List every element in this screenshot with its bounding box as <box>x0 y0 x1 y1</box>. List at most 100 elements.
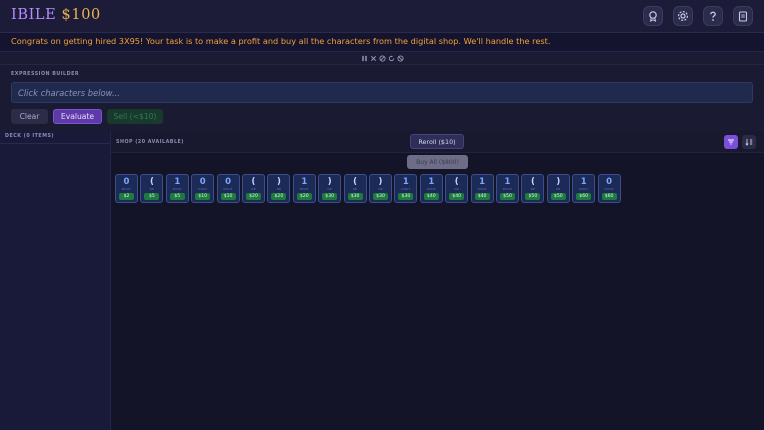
card-price: $20 <box>296 193 312 200</box>
card-type: DIGIT <box>401 187 411 191</box>
tool-refresh[interactable] <box>388 54 395 62</box>
card-type: OP <box>251 187 256 191</box>
card-price: $2 <box>119 193 134 200</box>
deck-panel: DECK (0 ITEMS) <box>0 131 111 430</box>
notes-button[interactable] <box>733 6 753 26</box>
card-character: ) <box>327 177 332 187</box>
shop-header: SHOP (20 AVAILABLE) Reroll ($10) <box>111 131 764 153</box>
card-type: DIGIT <box>223 187 233 191</box>
tool-disabled[interactable] <box>397 54 404 62</box>
card-price: $10 <box>220 193 236 200</box>
app-title: IBILE $100 <box>11 7 101 23</box>
card-type: DIGIT <box>299 187 309 191</box>
shop-card[interactable]: (OP $20 <box>242 174 265 203</box>
expression-builder-label: EXPRESSION BUILDER <box>11 72 80 77</box>
app-title-name: IBILE <box>11 7 57 23</box>
shop-card[interactable]: 0 DIGIT $10 <box>191 174 215 203</box>
shop-card[interactable]: 1 DIGIT $60 <box>572 174 596 203</box>
card-type: OP <box>530 187 536 191</box>
card-character: 1 <box>504 177 511 187</box>
card-price: $60 <box>576 193 592 200</box>
card-character: 1 <box>174 177 181 187</box>
card-type: DIGIT <box>426 187 436 191</box>
card-type: OP <box>378 187 383 191</box>
card-price: $10 <box>195 193 211 200</box>
card-price: $60 <box>601 193 617 200</box>
tool-block[interactable] <box>379 54 386 62</box>
evaluate-button[interactable]: Evaluate <box>53 109 102 124</box>
card-character: 0 <box>199 177 206 187</box>
expression-input[interactable]: Click characters below... <box>11 82 753 103</box>
card-character: 1 <box>580 177 587 187</box>
top-bar: IBILE $100 <box>0 0 764 33</box>
card-price: $50 <box>525 193 541 200</box>
shop-label: SHOP (20 AVAILABLE) <box>116 140 184 145</box>
shop-panel: SHOP (20 AVAILABLE) Reroll ($10) Buy All… <box>111 131 764 430</box>
settings-button[interactable] <box>673 6 693 26</box>
card-character: ) <box>276 177 281 187</box>
block-icon <box>379 54 386 62</box>
buy-all-button[interactable]: Buy All ($800) <box>407 155 468 169</box>
card-price: $30 <box>398 193 414 200</box>
card-character: ( <box>353 177 358 187</box>
card-type: DIGIT <box>477 187 487 191</box>
card-character: ( <box>530 177 535 187</box>
close-icon <box>370 55 377 61</box>
card-character: 0 <box>123 177 130 187</box>
sort-button[interactable] <box>742 135 756 149</box>
shop-card[interactable]: ) OP $30 <box>369 174 392 203</box>
card-character: 0 <box>225 177 232 187</box>
filter-button[interactable] <box>724 135 738 149</box>
pause-icon <box>362 55 367 61</box>
shop-card[interactable]: 1 DIGIT $40 <box>419 174 443 203</box>
card-type: OP <box>327 187 332 191</box>
card-price: $5 <box>169 193 185 200</box>
shop-card[interactable]: (OP $30 <box>343 174 367 203</box>
card-type: OP <box>149 187 155 191</box>
shop-card[interactable]: 1 DIGIT $30 <box>394 174 418 203</box>
card-type: DIGIT <box>121 187 132 191</box>
tool-strip <box>0 51 764 65</box>
card-character: 1 <box>301 177 308 187</box>
deck-header: DECK (0 ITEMS) <box>0 131 110 144</box>
help-button[interactable] <box>703 6 723 26</box>
expression-builder: EXPRESSION BUILDER Click characters belo… <box>0 65 764 131</box>
card-type: OP <box>556 187 561 191</box>
sell-button[interactable]: Sell (<$10) <box>107 109 163 124</box>
card-price: $30 <box>373 193 388 200</box>
tool-pause[interactable] <box>361 54 368 62</box>
reroll-button[interactable]: Reroll ($10) <box>410 134 464 149</box>
card-type: OP <box>352 187 358 191</box>
shop-card[interactable]: 0 DIGIT $60 <box>597 174 621 203</box>
card-character: 1 <box>402 177 409 187</box>
shop-card[interactable]: ) OP $30 <box>318 174 342 203</box>
card-price: $40 <box>423 193 439 200</box>
settings-gear-icon <box>677 10 689 22</box>
shop-card[interactable]: 1 DIGIT $5 <box>165 174 189 203</box>
clear-button[interactable]: Clear <box>11 109 48 124</box>
shop-card[interactable]: 1 DIGIT $50 <box>496 174 519 203</box>
card-type: DIGIT <box>604 187 614 191</box>
filter-icon <box>728 139 734 145</box>
card-type: OP <box>454 187 459 191</box>
card-character: ) <box>378 177 383 187</box>
card-character: 0 <box>606 177 613 187</box>
deck-label: DECK (0 ITEMS) <box>5 134 55 139</box>
shop-card[interactable]: 0 DIGIT $10 <box>216 174 240 203</box>
card-character: ( <box>454 177 459 187</box>
shop-card[interactable]: 1 DIGIT $20 <box>292 174 316 203</box>
shop-card[interactable]: (OP $5 <box>140 174 164 203</box>
card-character: 1 <box>428 177 435 187</box>
achievements-button[interactable] <box>643 6 663 26</box>
shop-card[interactable]: ) OP $20 <box>267 174 291 203</box>
card-price: $40 <box>449 193 465 200</box>
card-price: $30 <box>347 193 363 200</box>
shop-card[interactable]: 1 DIGIT $40 <box>470 174 494 203</box>
tool-close[interactable] <box>370 54 377 62</box>
shop-card[interactable]: ) OP $50 <box>546 174 570 203</box>
card-character: 1 <box>479 177 486 187</box>
shop-card[interactable]: (OP $50 <box>521 174 545 203</box>
shop-card[interactable]: (OP $40 <box>445 174 469 203</box>
disabled-icon <box>397 54 404 62</box>
shop-card[interactable]: 0 DIGIT $2 <box>115 174 138 203</box>
